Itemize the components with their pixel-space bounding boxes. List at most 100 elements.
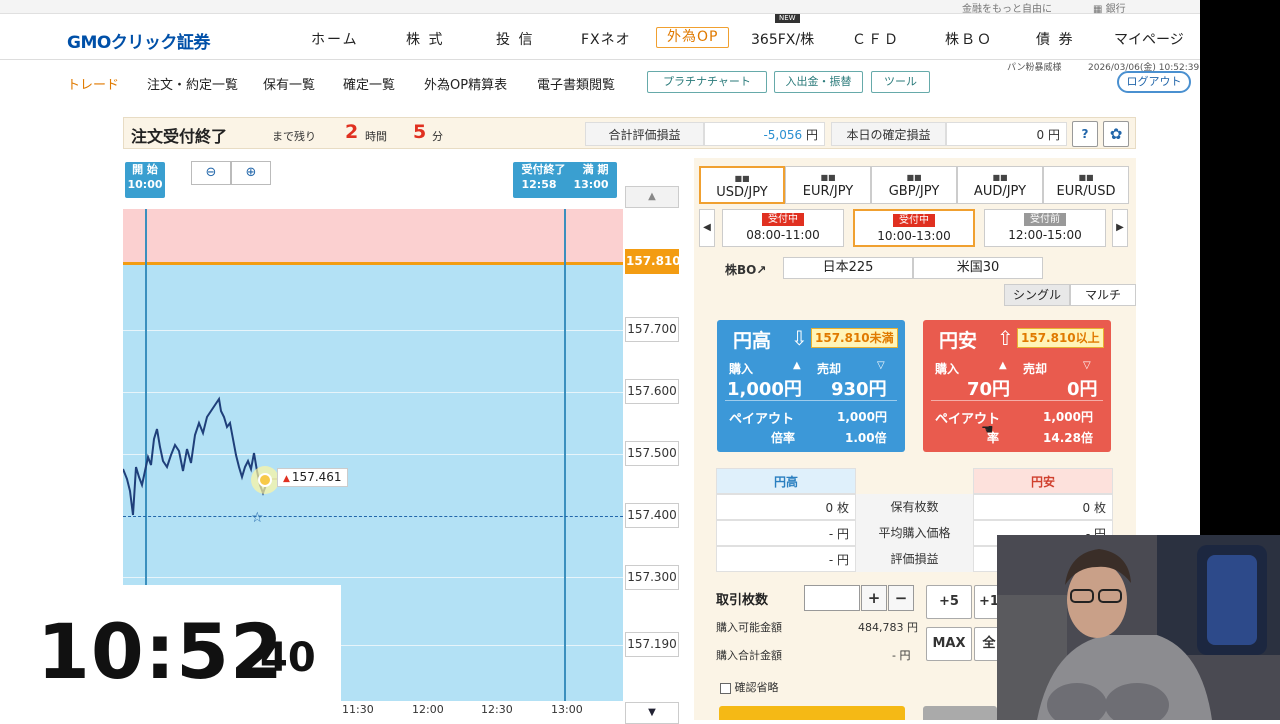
- gear-icon[interactable]: ✿: [1103, 121, 1129, 147]
- sell-price[interactable]: 0円: [1067, 375, 1098, 401]
- up-avg: - 円: [716, 520, 856, 546]
- time-slot[interactable]: 受付中 08:00-11:00: [722, 209, 844, 247]
- time-slot-active[interactable]: 受付中 10:00-13:00: [853, 209, 975, 247]
- rate-value: 14.28倍: [1043, 431, 1093, 445]
- y-tick: 157.500: [625, 441, 679, 466]
- y-tick: 157.300: [625, 565, 679, 590]
- time-slot[interactable]: 受付前 12:00-15:00: [984, 209, 1106, 247]
- buy-price[interactable]: 1,000円: [727, 375, 802, 401]
- x-tick: 12:30: [481, 703, 513, 716]
- row-label: 平均購入価格: [856, 520, 973, 546]
- total-value: - 円: [892, 649, 911, 662]
- down-header: 円安: [973, 468, 1113, 494]
- chevron-right-icon[interactable]: ▶: [1112, 209, 1128, 247]
- single-mode-button[interactable]: シングル: [1004, 284, 1070, 306]
- triangle-up-icon: ▲: [793, 360, 801, 371]
- zoom-out-icon[interactable]: ⊖: [191, 161, 231, 185]
- screen-edge: [1200, 0, 1280, 535]
- top-link-bank[interactable]: ▦ 銀行: [1093, 0, 1126, 15]
- kabubo-nikkei[interactable]: 日本225: [783, 257, 913, 279]
- subnav-holdings[interactable]: 保有一覧: [263, 74, 315, 93]
- subnav-orders[interactable]: 注文・約定一覧: [147, 74, 238, 93]
- plus5-button[interactable]: +5: [926, 585, 972, 619]
- card-condition: 157.810以上: [1017, 328, 1104, 348]
- x-tick: 11:30: [342, 703, 374, 716]
- payout-label: ペイアウト: [729, 412, 795, 427]
- target-price-label: 157.810: [625, 249, 681, 274]
- pair-tab-audjpy[interactable]: ■■ AUD/JPY: [957, 166, 1043, 204]
- buy-down-button[interactable]: [923, 706, 997, 720]
- deposit-button[interactable]: 入出金・振替: [774, 71, 863, 93]
- top-strip: 金融をもっと自由に ▦ 銀行: [0, 0, 1200, 15]
- close-expiry-marker: 受付終了満 期 12:58 13:00: [513, 162, 617, 198]
- arrow-up-icon: ⇧: [997, 326, 1014, 350]
- start-marker: 開 始 10:00: [125, 162, 165, 198]
- qty-plus-button[interactable]: +: [861, 585, 887, 611]
- nav-home[interactable]: ホーム: [311, 29, 359, 49]
- pair-tab-eurjpy[interactable]: ■■ EUR/JPY: [785, 166, 871, 204]
- eval-value: -5,056 円: [704, 122, 825, 146]
- kabubo-dow[interactable]: 米国30: [913, 257, 1043, 279]
- tools-button[interactable]: ツール: [871, 71, 930, 93]
- triangle-down-icon: ▽: [1083, 360, 1091, 371]
- subnav-trade[interactable]: トレード: [67, 74, 119, 93]
- us-jp-flag-icon: ■■: [734, 174, 750, 183]
- clock-overlay: 10:52 40: [0, 585, 341, 720]
- y-tick: 157.400: [625, 503, 679, 528]
- pair-tab-eurusd[interactable]: ■■ EUR/USD: [1043, 166, 1129, 204]
- subnav-statement[interactable]: 外為OP精算表: [424, 74, 507, 93]
- remaining-label: まで残り: [272, 130, 316, 143]
- webcam-feed: [997, 535, 1280, 720]
- nav-cfd[interactable]: ＣＦＤ: [852, 29, 900, 49]
- kabubo-link[interactable]: 株BO↗: [725, 261, 766, 278]
- triangle-up-icon: ▲: [999, 360, 1007, 371]
- global-nav: GMOクリック証券 ホーム 株 式 投 信 FXネオ 外為OP NEW 365F…: [0, 14, 1200, 60]
- down-qty: 0 枚: [973, 494, 1113, 520]
- top-link-tagline[interactable]: 金融をもっと自由に: [962, 0, 1052, 15]
- buy-price[interactable]: 70円: [967, 375, 1010, 401]
- qty-input[interactable]: [804, 585, 860, 611]
- eval-label: 合計評価損益: [585, 122, 704, 146]
- subnav-settled[interactable]: 確定一覧: [343, 74, 395, 93]
- multi-mode-button[interactable]: マルチ: [1070, 284, 1136, 306]
- yen-up-card[interactable]: 円高 ⇩ 157.810未満 購入 ▲ 売却 ▽ 1,000円 930円 ペイア…: [717, 320, 905, 452]
- question-icon[interactable]: ?: [1072, 121, 1098, 147]
- rate-value: 1.00倍: [845, 431, 887, 445]
- max-button[interactable]: MAX: [926, 627, 972, 661]
- scroll-up-icon[interactable]: ▲: [625, 186, 679, 208]
- nav-fxneo[interactable]: FXネオ: [581, 29, 631, 49]
- scroll-down-icon[interactable]: ▼: [625, 702, 679, 724]
- current-price-tag: 157.461: [277, 468, 348, 487]
- nav-bonds[interactable]: 債 券: [1036, 29, 1074, 49]
- nav-mypage[interactable]: マイページ: [1114, 29, 1184, 49]
- checkbox[interactable]: [720, 682, 731, 694]
- logout-button[interactable]: ログアウト: [1117, 71, 1191, 93]
- confirm-skip[interactable]: 確認省略: [720, 679, 779, 695]
- zoom-in-icon[interactable]: ⊕: [231, 161, 271, 185]
- chevron-left-icon[interactable]: ◀: [699, 209, 715, 247]
- streamer-image: [997, 535, 1280, 720]
- buy-up-button[interactable]: [719, 706, 905, 720]
- card-divider: [931, 400, 1103, 401]
- pair-tab-gbpjpy[interactable]: ■■ GBP/JPY: [871, 166, 957, 204]
- sell-price[interactable]: 930円: [831, 375, 887, 401]
- nav-365fx[interactable]: 365FX/株: [751, 29, 814, 49]
- yen-down-card[interactable]: 円安 ⇧ 157.810以上 購入 ▲ 売却 ▽ 70円 0円 ペイアウト 1,…: [923, 320, 1111, 452]
- x-tick: 12:00: [412, 703, 444, 716]
- y-tick: 157.600: [625, 379, 679, 404]
- triangle-down-icon: ▽: [877, 360, 885, 371]
- x-tick: 13:00: [551, 703, 583, 716]
- platinum-chart-button[interactable]: プラチナチャート: [647, 71, 767, 93]
- nav-stocks[interactable]: 株 式: [406, 29, 444, 49]
- available-value: 484,783 円: [858, 621, 918, 634]
- row-label: 保有枚数: [856, 494, 973, 520]
- nav-fxop[interactable]: 外為OP: [656, 27, 730, 48]
- nav-funds[interactable]: 投 信: [496, 29, 534, 49]
- pair-tab-usdjpy[interactable]: ■■ USD/JPY: [699, 166, 785, 204]
- hours-unit: 時間: [365, 130, 387, 143]
- buy-label: 購入: [935, 362, 960, 376]
- qty-minus-button[interactable]: −: [888, 585, 914, 611]
- subnav-documents[interactable]: 電子書類閲覧: [537, 74, 615, 93]
- nav-kabubo[interactable]: 株ＢＯ: [945, 29, 993, 49]
- brand-logo[interactable]: GMOクリック証券: [67, 28, 210, 53]
